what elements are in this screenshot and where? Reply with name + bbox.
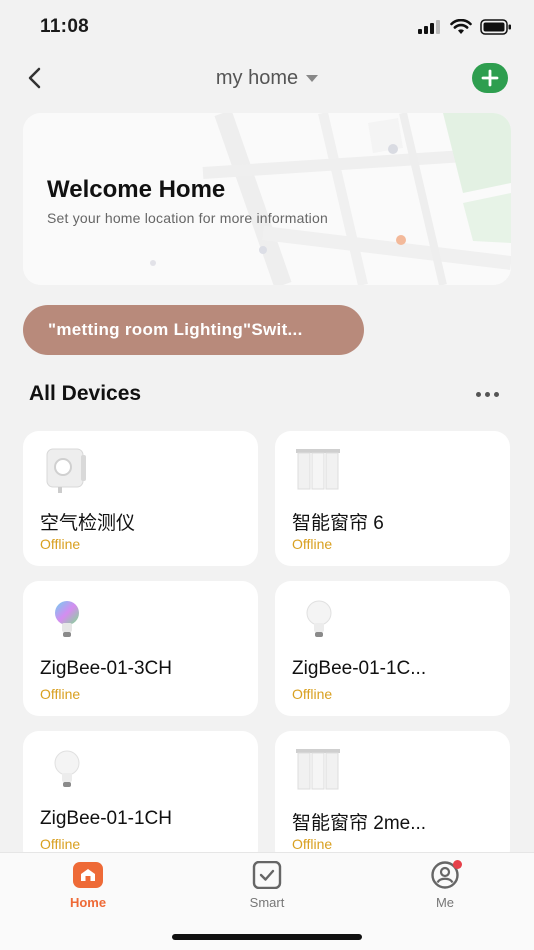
device-status: Offline [292, 536, 333, 552]
scene-shortcut[interactable]: "metting room Lighting"Swit... [23, 305, 364, 355]
checkbox-icon [252, 861, 282, 889]
device-name: ZigBee-01-1CH [40, 808, 172, 829]
notification-dot [453, 860, 462, 869]
tab-home[interactable]: Home [38, 861, 138, 917]
home-name: my home [215, 66, 299, 89]
tab-label: Home [69, 895, 107, 910]
status-time: 11:08 [40, 16, 90, 37]
more-icon[interactable] [470, 386, 505, 403]
device-name: 智能窗帘 2me... [292, 813, 427, 834]
back-icon[interactable] [22, 64, 50, 92]
wifi-icon [450, 19, 472, 34]
welcome-subtitle: Set your home location for more informat… [47, 210, 328, 226]
device-card-air-detector[interactable]: 空气检测仪 Offline [23, 431, 258, 566]
curtain-icon [296, 449, 340, 490]
device-status: Offline [292, 686, 333, 702]
bulb-icon [306, 600, 332, 637]
add-device-button[interactable] [472, 63, 508, 93]
status-icons [418, 19, 512, 35]
tab-smart[interactable]: Smart [217, 861, 317, 917]
home-icon [73, 862, 103, 888]
device-status: Offline [40, 536, 81, 552]
air-detector-icon [46, 448, 86, 493]
welcome-card[interactable]: Welcome Home Set your home location for … [23, 113, 511, 285]
bulb-icon [54, 750, 80, 787]
status-bar: 11:08 [0, 0, 534, 54]
device-card-curtain-6[interactable]: 智能窗帘 6 Offline [275, 431, 510, 566]
device-name: ZigBee-01-1C... [292, 658, 427, 679]
rgb-bulb-icon [55, 601, 79, 637]
devices-section-header: All Devices [29, 378, 505, 410]
plus-icon [481, 69, 499, 87]
section-title: All Devices [29, 382, 142, 405]
scene-label: "metting room Lighting"Swit... [48, 320, 303, 339]
chevron-down-icon [306, 74, 319, 82]
device-card-zigbee-1c[interactable]: ZigBee-01-1C... Offline [275, 581, 510, 716]
device-name: 空气检测仪 [40, 513, 136, 534]
device-card-curtain-2[interactable]: 智能窗帘 2me... Offline [275, 731, 510, 866]
device-card-zigbee-1ch[interactable]: ZigBee-01-1CH Offline [23, 731, 258, 866]
home-indicator [172, 934, 362, 940]
device-status: Offline [40, 686, 81, 702]
signal-icon [418, 20, 440, 34]
welcome-title: Welcome Home [47, 176, 226, 203]
device-name: ZigBee-01-3CH [40, 658, 172, 679]
device-status: Offline [292, 836, 333, 852]
tab-label: Smart [249, 895, 285, 910]
tab-me[interactable]: Me [395, 861, 495, 917]
device-card-zigbee-3ch[interactable]: ZigBee-01-3CH Offline [23, 581, 258, 716]
home-selector[interactable]: my home [215, 66, 319, 90]
curtain-icon [296, 749, 340, 790]
battery-icon [480, 19, 511, 35]
device-name: 智能窗帘 6 [292, 513, 384, 534]
device-status: Offline [40, 836, 81, 852]
tab-label: Me [435, 895, 455, 910]
nav-bar: my home [0, 56, 534, 100]
